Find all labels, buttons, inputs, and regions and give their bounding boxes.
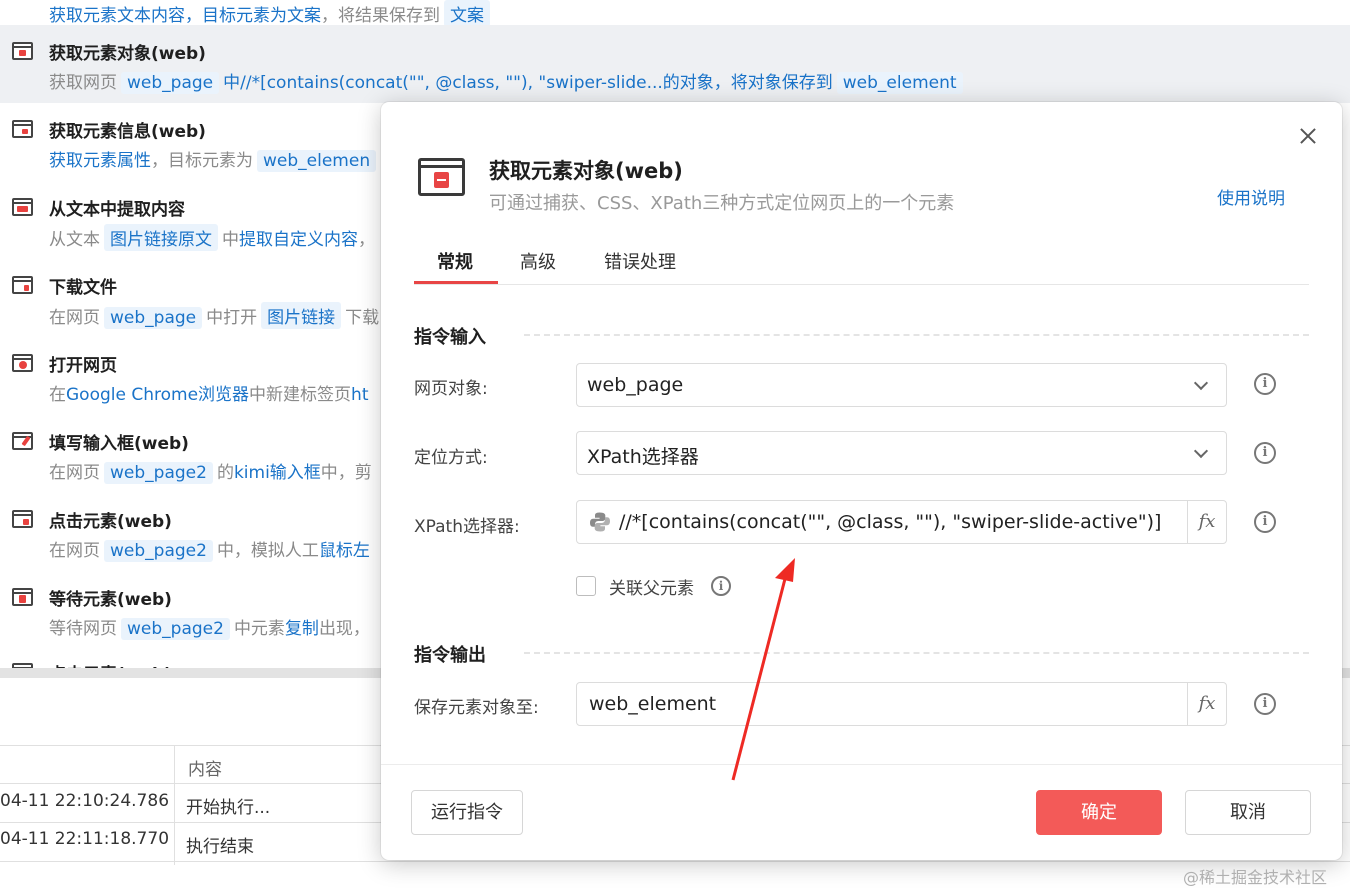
step-desc: 在网页 web_page2 的kimi输入框中，剪 [49, 462, 372, 484]
step-title: 填写输入框(web) [49, 434, 189, 454]
web-element-icon [418, 158, 465, 196]
tab-bar: 常规 高级 错误处理 [414, 244, 1309, 285]
locate-method-select[interactable]: XPath选择器 [576, 431, 1227, 475]
hourglass-icon [12, 588, 33, 606]
step-desc: 在网页 web_page2 中，模拟人工鼠标左 [49, 540, 370, 562]
locate-method-label: 定位方式: [414, 448, 488, 468]
log-row-time: 04-11 22:10:24.786 [0, 791, 170, 811]
web-object-label: 网页对象: [414, 379, 488, 399]
step-title: 等待元素(web) [49, 590, 172, 610]
fx-button[interactable]: fx [1187, 501, 1226, 543]
element-info-icon [12, 120, 33, 138]
text-extract-icon [12, 198, 33, 216]
chevron-down-icon [1193, 443, 1209, 459]
cancel-button[interactable]: 取消 [1185, 790, 1311, 835]
save-to-label: 保存元素对象至: [414, 698, 539, 718]
confirm-button[interactable]: 确定 [1036, 790, 1162, 835]
step-title: 从文本中提取内容 [49, 200, 185, 220]
step-title: 打开网页 [49, 356, 117, 376]
step-desc: 在Google Chrome浏览器中新建标签页ht [49, 385, 369, 405]
info-icon[interactable]: i [711, 576, 731, 596]
info-icon[interactable]: i [1254, 373, 1276, 395]
step-desc: 在网页 web_page 中打开 图片链接 下载 [49, 302, 379, 329]
log-row-content: 执行结束 [186, 837, 254, 857]
tab-error-handling[interactable]: 错误处理 [604, 248, 676, 274]
web-element-icon [12, 42, 33, 60]
section-divider [524, 652, 1309, 654]
get-element-object-dialog: 获取元素对象(web) 可通过捕获、CSS、XPath三种方式定位网页上的一个元… [381, 102, 1342, 860]
dialog-subtitle: 可通过捕获、CSS、XPath三种方式定位网页上的一个元素 [489, 193, 955, 214]
step-title: 下载文件 [49, 278, 117, 298]
tab-advanced[interactable]: 高级 [520, 248, 556, 274]
step-title: 获取元素信息(web) [49, 122, 206, 142]
log-header-content: 内容 [188, 760, 222, 780]
click-element-icon [12, 510, 33, 528]
section-title-output: 指令输出 [414, 645, 486, 666]
associate-parent-label: 关联父元素 [609, 579, 694, 599]
step-item-get-element-object[interactable]: 获取元素对象(web) 获取网页 web_page 中//*[contains(co… [0, 25, 1350, 103]
step-desc: 等待网页 web_page2 中元素复制出现， [49, 618, 370, 640]
web-object-select[interactable]: web_page [576, 363, 1227, 407]
info-icon[interactable]: i [1254, 511, 1276, 533]
associate-parent-checkbox[interactable] [576, 576, 596, 596]
step-desc: 获取元素文本内容，目标元素为文案，将结果保存到 文案 [49, 0, 494, 27]
help-link[interactable]: 使用说明 [1217, 184, 1285, 209]
step-desc: 获取元素属性，目标元素为 web_elemen [49, 146, 380, 172]
section-divider [524, 334, 1309, 336]
section-title-input: 指令输入 [414, 327, 486, 348]
download-icon [12, 276, 33, 294]
run-command-button[interactable]: 运行指令 [411, 790, 523, 835]
step-title: 获取元素对象(web) [49, 44, 206, 64]
open-webpage-icon [12, 354, 33, 372]
dialog-title: 获取元素对象(web) [489, 159, 683, 183]
active-tab-indicator [414, 281, 498, 284]
step-desc: 从文本 图片链接原文 中提取自定义内容， [49, 224, 375, 251]
log-row-content: 开始执行... [186, 798, 271, 818]
python-icon [590, 512, 610, 532]
close-icon[interactable] [1296, 124, 1320, 148]
watermark: @稀土掘金技术社区 [1183, 868, 1328, 887]
xpath-input[interactable]: //*[contains(concat("", @class, ""), "sw… [576, 500, 1227, 544]
info-icon[interactable]: i [1254, 693, 1276, 715]
chevron-down-icon [1193, 375, 1209, 391]
info-icon[interactable]: i [1254, 442, 1276, 464]
footer-divider [381, 764, 1342, 765]
edit-input-icon [12, 432, 33, 450]
log-row-time: 04-11 22:11:18.770 [0, 829, 170, 849]
tab-general[interactable]: 常规 [437, 248, 473, 274]
step-title: 点击元素(web) [49, 512, 172, 532]
step-desc: 获取网页 web_page 中//*[contains(concat("", @cl… [49, 68, 967, 94]
save-to-input[interactable]: web_element fx [576, 682, 1227, 726]
fx-button[interactable]: fx [1187, 683, 1226, 725]
xpath-label: XPath选择器: [414, 517, 520, 537]
step-title: 点击元素(web) [49, 660, 172, 668]
